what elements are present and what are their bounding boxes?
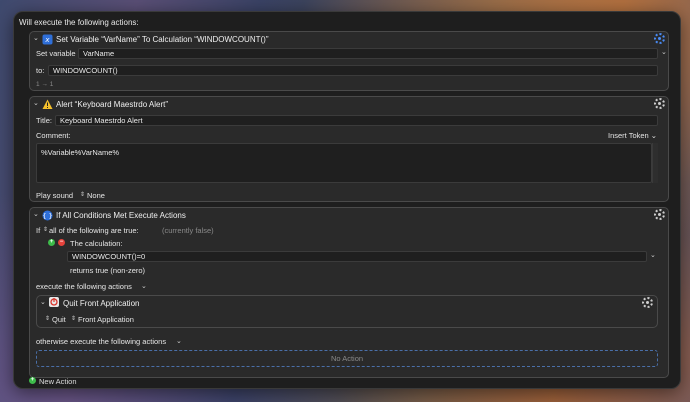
condition-mode-select[interactable]: all of the following are true: bbox=[49, 226, 139, 235]
target-app-select[interactable]: Front Application bbox=[78, 315, 134, 324]
set-variable-label: Set variable bbox=[36, 49, 76, 58]
action-title: Quit Front Application bbox=[63, 299, 140, 308]
action-title: Set Variable “VarName” To Calculation “W… bbox=[56, 35, 269, 44]
updown-arrows-icon: ⇕ bbox=[45, 316, 51, 322]
svg-text:{ }: { } bbox=[42, 212, 52, 220]
title-label: Title: bbox=[36, 116, 52, 125]
gear-icon[interactable] bbox=[654, 209, 665, 220]
no-action-dropzone[interactable]: No Action bbox=[36, 350, 658, 367]
if-label: If bbox=[36, 226, 41, 235]
updown-arrows-icon[interactable]: ⇕ bbox=[43, 226, 48, 233]
new-action-button[interactable]: New Action bbox=[39, 377, 77, 386]
warning-icon bbox=[42, 99, 53, 109]
chevron-down-icon[interactable]: ⌄ bbox=[141, 283, 147, 290]
gear-icon[interactable] bbox=[654, 98, 665, 109]
add-icon[interactable]: + bbox=[29, 377, 36, 384]
comment-scrollbar[interactable] bbox=[652, 143, 658, 183]
collapse-chevron-icon[interactable]: ⌄ bbox=[33, 35, 39, 42]
set-variable-action[interactable]: ⌄ x Set Variable “VarName” To Calculatio… bbox=[29, 31, 669, 91]
variable-icon: x bbox=[42, 34, 53, 45]
calculation-label: The calculation: bbox=[70, 239, 123, 248]
returns-label: returns true (non-zero) bbox=[70, 266, 146, 275]
otherwise-actions-label: otherwise execute the following actions bbox=[36, 337, 167, 346]
alert-action[interactable]: ⌄ Alert “Keyboard Maestrdo Alert” Title:… bbox=[29, 96, 669, 202]
action-title: If All Conditions Met Execute Actions bbox=[56, 211, 186, 220]
collapse-chevron-icon[interactable]: ⌄ bbox=[40, 299, 46, 306]
add-condition-icon[interactable]: + bbox=[48, 239, 55, 246]
execute-actions-label: execute the following actions bbox=[36, 282, 132, 291]
comment-label: Comment: bbox=[36, 131, 71, 140]
variable-name-field[interactable]: VarName bbox=[78, 48, 658, 59]
condition-icon: { } bbox=[42, 210, 53, 221]
calculation-preview: 1 → 1 bbox=[36, 81, 54, 88]
condition-calculation-field[interactable]: WINDOWCOUNT()=0 bbox=[67, 251, 647, 262]
collapse-chevron-icon[interactable]: ⌄ bbox=[33, 211, 39, 218]
if-conditions-action[interactable]: ⌄ { } If All Conditions Met Execute Acti… bbox=[29, 207, 669, 378]
quit-application-action[interactable]: ⌄ Quit Front Application ⇕ Quit ⇕ Front … bbox=[36, 295, 658, 328]
macro-editor-window: Will execute the following actions: ⌄ x … bbox=[13, 11, 681, 389]
quit-mode-select[interactable]: Quit bbox=[52, 315, 66, 324]
actions-header: Will execute the following actions: bbox=[19, 18, 139, 27]
updown-arrows-icon: ⇕ bbox=[71, 316, 77, 322]
svg-text:x: x bbox=[44, 36, 50, 44]
remove-condition-icon[interactable]: − bbox=[58, 239, 65, 246]
comment-textarea[interactable]: %Variable%VarName% bbox=[36, 143, 652, 183]
chevron-down-icon[interactable]: ⌄ bbox=[650, 252, 656, 259]
insert-token-button[interactable]: Insert Token ⌄ bbox=[608, 131, 657, 140]
gear-icon[interactable] bbox=[654, 33, 665, 44]
updown-arrows-icon: ⇕ bbox=[80, 192, 86, 198]
play-sound-label: Play sound bbox=[36, 191, 74, 200]
to-label: to: bbox=[36, 66, 45, 75]
quit-app-icon bbox=[49, 297, 59, 307]
collapse-chevron-icon[interactable]: ⌄ bbox=[33, 100, 39, 107]
condition-state: (currently false) bbox=[162, 226, 214, 235]
gear-icon[interactable] bbox=[642, 297, 653, 308]
calculation-field[interactable]: WINDOWCOUNT() bbox=[48, 65, 658, 76]
chevron-down-icon[interactable]: ⌄ bbox=[661, 49, 667, 56]
action-title: Alert “Keyboard Maestrdo Alert” bbox=[56, 100, 169, 109]
sound-select[interactable]: None bbox=[87, 191, 105, 200]
alert-title-field[interactable]: Keyboard Maestrdo Alert bbox=[55, 115, 658, 126]
chevron-down-icon[interactable]: ⌄ bbox=[176, 338, 182, 345]
